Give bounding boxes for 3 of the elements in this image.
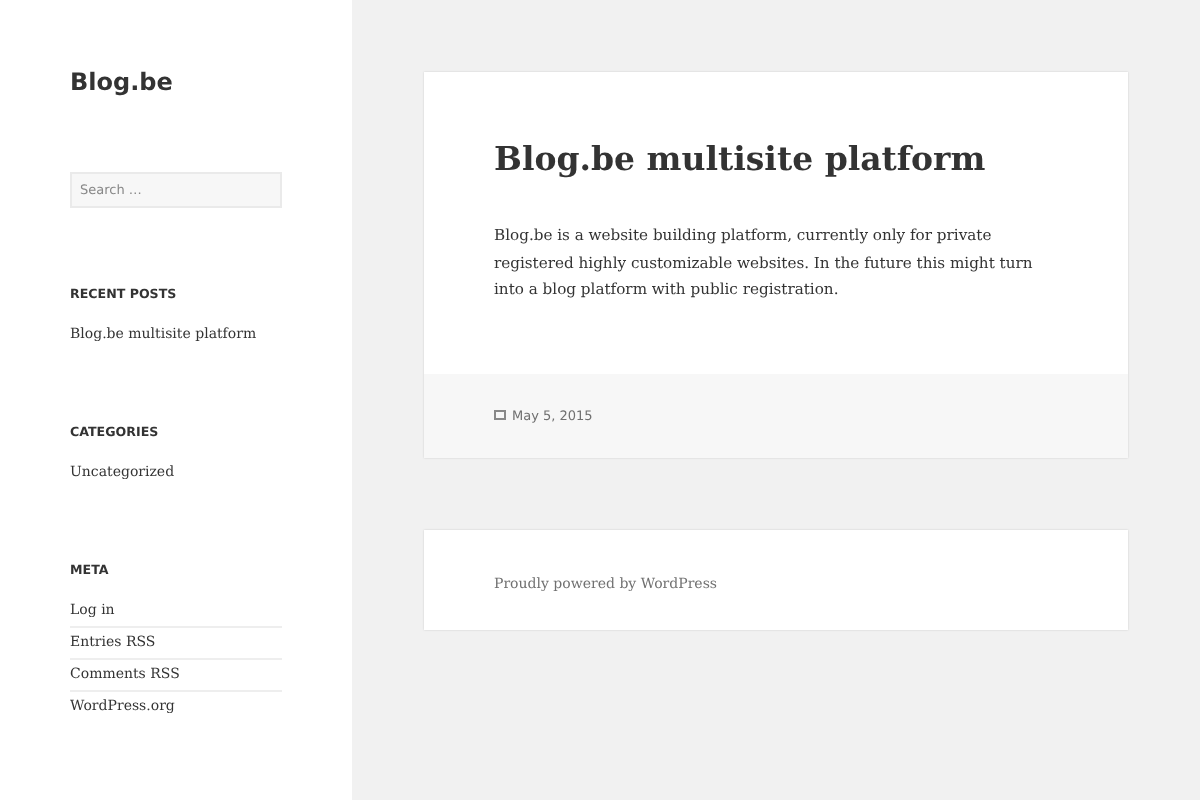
calendar-icon: [494, 410, 506, 420]
site-title[interactable]: Blog.be: [70, 68, 282, 96]
post-title[interactable]: Blog.be multisite platform: [494, 140, 1058, 178]
